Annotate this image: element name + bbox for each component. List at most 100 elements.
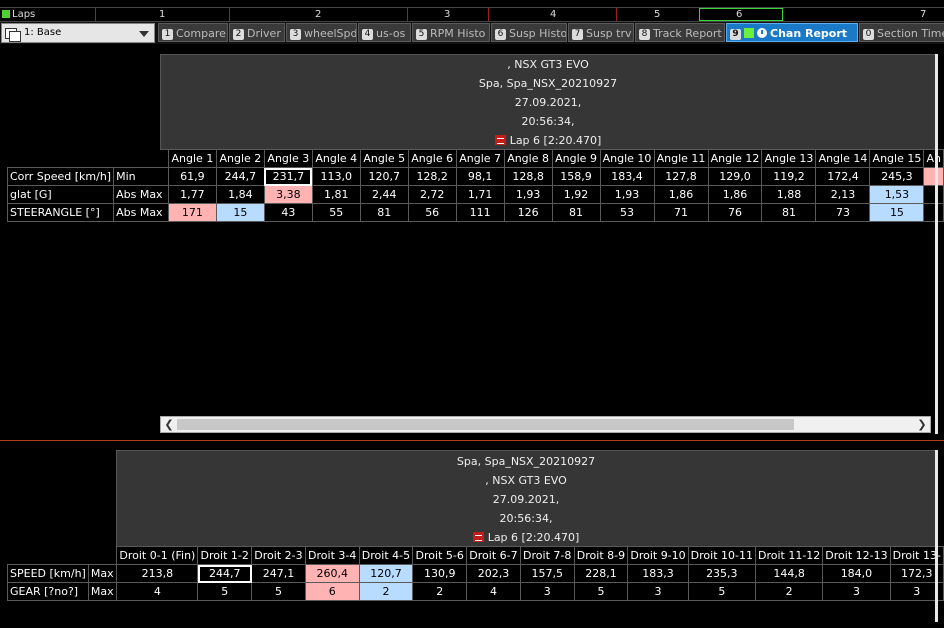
table-cell[interactable]: 3 bbox=[519, 582, 575, 601]
table-cell[interactable]: 235,3 bbox=[687, 564, 756, 583]
tab-susp-trv[interactable]: 7 Susp trv bbox=[568, 23, 634, 42]
column-header[interactable]: Angle 14 bbox=[815, 149, 871, 168]
table-cell[interactable]: 3 bbox=[822, 582, 891, 601]
table-cell[interactable]: 128,8 bbox=[503, 167, 553, 186]
table-cell[interactable]: 202,3 bbox=[466, 564, 521, 583]
table-cell[interactable]: 81 bbox=[761, 203, 817, 222]
table-cell[interactable]: 81 bbox=[551, 203, 601, 222]
table-cell[interactable]: 228,1 bbox=[573, 564, 629, 583]
table-cell[interactable]: 61,9 bbox=[167, 167, 217, 186]
table-cell[interactable]: 119,2 bbox=[761, 167, 817, 186]
table-cell[interactable]: 3 bbox=[627, 582, 689, 601]
table-cell-max[interactable]: 3,38 bbox=[263, 185, 313, 204]
tab-chan-report[interactable]: 9 Chan Report bbox=[726, 23, 858, 42]
table-cell[interactable]: 43 bbox=[263, 203, 313, 222]
table-cell[interactable]: 4 bbox=[466, 582, 521, 601]
lap-number[interactable]: 5 bbox=[654, 8, 660, 21]
column-header[interactable]: Angle 9 bbox=[551, 149, 601, 168]
table-cell[interactable]: 127,8 bbox=[653, 167, 709, 186]
column-header[interactable]: Angle 13 bbox=[761, 149, 817, 168]
table-cell[interactable]: 126 bbox=[503, 203, 553, 222]
table-cell-selected[interactable]: 231,7 bbox=[263, 167, 313, 186]
column-header[interactable]: Droit 6-7 bbox=[466, 546, 521, 565]
scrollbar-thumb[interactable] bbox=[177, 419, 794, 430]
table-cell[interactable]: 53 bbox=[599, 203, 655, 222]
lap-number[interactable]: 2 bbox=[315, 8, 321, 21]
table-cell[interactable]: 111 bbox=[455, 203, 505, 222]
table-cell[interactable]: 113,0 bbox=[311, 167, 361, 186]
table-cell[interactable] bbox=[923, 185, 944, 204]
table-cell[interactable]: 128,2 bbox=[407, 167, 457, 186]
table-cell[interactable]: 184,0 bbox=[822, 564, 891, 583]
table-cell-min[interactable]: 120,7 bbox=[358, 564, 414, 583]
table-cell[interactable]: 245,3 bbox=[869, 167, 925, 186]
column-header[interactable]: Droit 10-11 bbox=[687, 546, 756, 565]
lap-number[interactable]: 7 bbox=[920, 8, 926, 21]
lap-number[interactable]: 6 bbox=[736, 8, 742, 21]
tab-rpm-histo[interactable]: 5 RPM Histo bbox=[412, 23, 490, 42]
table-cell[interactable]: 129,0 bbox=[707, 167, 763, 186]
column-header[interactable]: Angle 6 bbox=[407, 149, 457, 168]
table-cell[interactable]: 73 bbox=[815, 203, 871, 222]
table-cell[interactable]: 1,71 bbox=[455, 185, 505, 204]
table-cell[interactable]: 55 bbox=[311, 203, 361, 222]
column-header[interactable]: Droit 7-8 bbox=[519, 546, 575, 565]
laps-strip[interactable]: Laps 1 2 3 4 5 6 7 bbox=[0, 7, 944, 22]
column-header[interactable]: Droit 9-10 bbox=[627, 546, 689, 565]
column-header[interactable]: Droit 3-4 bbox=[304, 546, 360, 565]
lap-number[interactable]: 1 bbox=[159, 8, 165, 21]
table-cell-min[interactable]: 1,53 bbox=[869, 185, 925, 204]
lap-number[interactable]: 4 bbox=[550, 8, 556, 21]
table-cell[interactable] bbox=[923, 203, 944, 222]
table-cell[interactable]: 1,86 bbox=[653, 185, 709, 204]
table-cell[interactable]: 2 bbox=[754, 582, 824, 601]
column-header[interactable]: Angle 11 bbox=[653, 149, 709, 168]
tab-compare[interactable]: 1 Compare bbox=[158, 23, 228, 42]
column-header[interactable]: Droit 12-13 bbox=[822, 546, 891, 565]
lap-number[interactable]: 3 bbox=[444, 8, 450, 21]
column-header[interactable]: Angle 12 bbox=[707, 149, 763, 168]
table-cell[interactable]: 247,1 bbox=[251, 564, 306, 583]
table-cell[interactable]: 2,44 bbox=[359, 185, 409, 204]
column-header[interactable]: Angle 2 bbox=[215, 149, 265, 168]
table-cell[interactable]: 1,93 bbox=[599, 185, 655, 204]
table-cell[interactable]: 1,93 bbox=[503, 185, 553, 204]
tab-section-times[interactable]: 0Section Times bbox=[859, 23, 944, 42]
column-header[interactable]: Droit 1-2 bbox=[197, 546, 253, 565]
tab-wheelspd[interactable]: 3 wheelSpd bbox=[286, 23, 357, 42]
scroll-right-icon[interactable]: ❯ bbox=[915, 418, 929, 431]
column-header[interactable]: Droit 8-9 bbox=[573, 546, 629, 565]
table-cell[interactable]: 1,86 bbox=[707, 185, 763, 204]
table-cell-min[interactable]: 15 bbox=[869, 203, 925, 222]
column-header[interactable]: Angle 4 bbox=[311, 149, 361, 168]
column-header[interactable]: An bbox=[923, 149, 944, 168]
table-cell[interactable]: 1,81 bbox=[311, 185, 361, 204]
table-cell[interactable]: 244,7 bbox=[215, 167, 265, 186]
table-cell[interactable]: 158,9 bbox=[551, 167, 601, 186]
tab-track-report[interactable]: 8 Track Report bbox=[635, 23, 725, 42]
vertical-scrollbar[interactable] bbox=[935, 450, 938, 622]
table-cell[interactable]: 183,3 bbox=[627, 564, 689, 583]
column-header[interactable]: Droit 11-12 bbox=[754, 546, 824, 565]
column-header[interactable]: Droit 0-1 (Fin) bbox=[116, 546, 199, 565]
table-cell[interactable]: 2,13 bbox=[815, 185, 871, 204]
table-cell-min[interactable]: 15 bbox=[215, 203, 265, 222]
table-cell[interactable]: 98,1 bbox=[455, 167, 505, 186]
table-cell[interactable]: 1,88 bbox=[761, 185, 817, 204]
table-cell[interactable]: 157,5 bbox=[519, 564, 575, 583]
table-cell[interactable] bbox=[923, 167, 944, 186]
tab-susp-histo[interactable]: 6 Susp Histo bbox=[491, 23, 567, 42]
table-cell[interactable]: 2,72 bbox=[407, 185, 457, 204]
table-cell[interactable]: 183,4 bbox=[599, 167, 655, 186]
table-cell[interactable]: 213,8 bbox=[116, 564, 199, 583]
column-header[interactable]: Angle 7 bbox=[455, 149, 505, 168]
column-header[interactable]: Angle 3 bbox=[263, 149, 313, 168]
column-header[interactable]: Droit 5-6 bbox=[412, 546, 468, 565]
column-header[interactable]: Droit 2-3 bbox=[251, 546, 306, 565]
vertical-scrollbar[interactable] bbox=[935, 54, 938, 434]
table-cell[interactable]: 5 bbox=[197, 582, 253, 601]
table-cell-max[interactable]: 260,4 bbox=[304, 564, 360, 583]
table-cell[interactable]: 71 bbox=[653, 203, 709, 222]
table-cell-selected[interactable]: 244,7 bbox=[197, 564, 253, 583]
column-header[interactable]: Angle 10 bbox=[599, 149, 655, 168]
